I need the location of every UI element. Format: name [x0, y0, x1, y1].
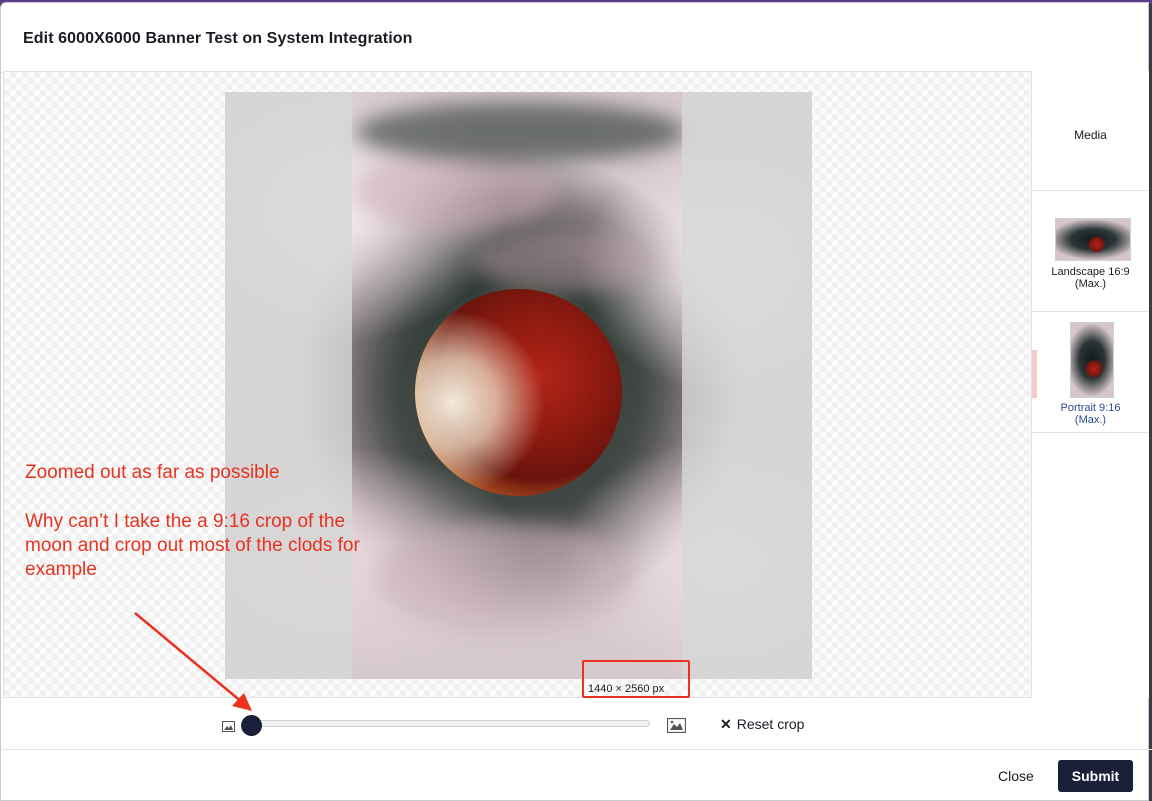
annotation-text-question: Why can’t I take the a 9:16 crop of the … [25, 511, 360, 580]
crop-thumbnail-landscape [1055, 218, 1131, 261]
active-crop-indicator [1032, 350, 1037, 398]
submit-button[interactable]: Submit [1058, 760, 1133, 792]
close-icon: ✕ [720, 716, 732, 732]
crop-option-portrait[interactable]: Portrait 9:16 (Max.) [1032, 312, 1149, 433]
zoom-in-image-icon[interactable] [667, 718, 686, 733]
crop-mask-right [682, 92, 812, 679]
crop-canvas[interactable] [3, 71, 1032, 698]
crop-thumbnail-portrait [1070, 322, 1114, 398]
crop-label-portrait-line2: (Max.) [1074, 414, 1107, 426]
source-image[interactable] [225, 92, 812, 679]
crop-label-landscape: Landscape 16:9 (Max.) [1032, 266, 1149, 290]
crop-label-portrait-line1: Portrait 9:16 [1060, 402, 1121, 414]
zoom-out-image-icon[interactable] [222, 721, 235, 732]
dialog-header: Edit 6000X6000 Banner Test on System Int… [1, 3, 1148, 73]
crop-label-portrait: Portrait 9:16 (Max.) [1032, 402, 1149, 426]
zoom-slider-thumb[interactable] [241, 715, 262, 736]
footer-divider [0, 749, 1152, 750]
crop-label-landscape-line2: (Max.) [1074, 278, 1107, 290]
sidebar-item-media[interactable]: Media [1032, 71, 1149, 191]
zoom-slider-track[interactable] [252, 720, 650, 727]
reset-crop-label: Reset crop [736, 716, 805, 732]
annotation-highlight-box [582, 660, 690, 698]
cloud-shape [375, 522, 635, 632]
annotation-text-zoom: Zoomed out as far as possible [25, 462, 280, 483]
cloud-shape [475, 232, 655, 292]
crop-sidebar: Media Landscape 16:9 (Max.) Portrait 9:1… [1032, 71, 1149, 698]
crop-label-landscape-line1: Landscape 16:9 [1051, 266, 1130, 278]
reset-crop-button[interactable]: ✕ Reset crop [720, 716, 804, 733]
moon-highlight [415, 289, 622, 496]
sidebar-media-label: Media [1074, 128, 1107, 142]
crop-option-landscape[interactable]: Landscape 16:9 (Max.) [1032, 191, 1149, 312]
crop-mask-left [225, 92, 352, 679]
close-button[interactable]: Close [998, 768, 1034, 784]
cloud-shape [355, 102, 685, 162]
dialog-title: Edit 6000X6000 Banner Test on System Int… [23, 30, 413, 47]
cloud-shape [355, 152, 555, 232]
